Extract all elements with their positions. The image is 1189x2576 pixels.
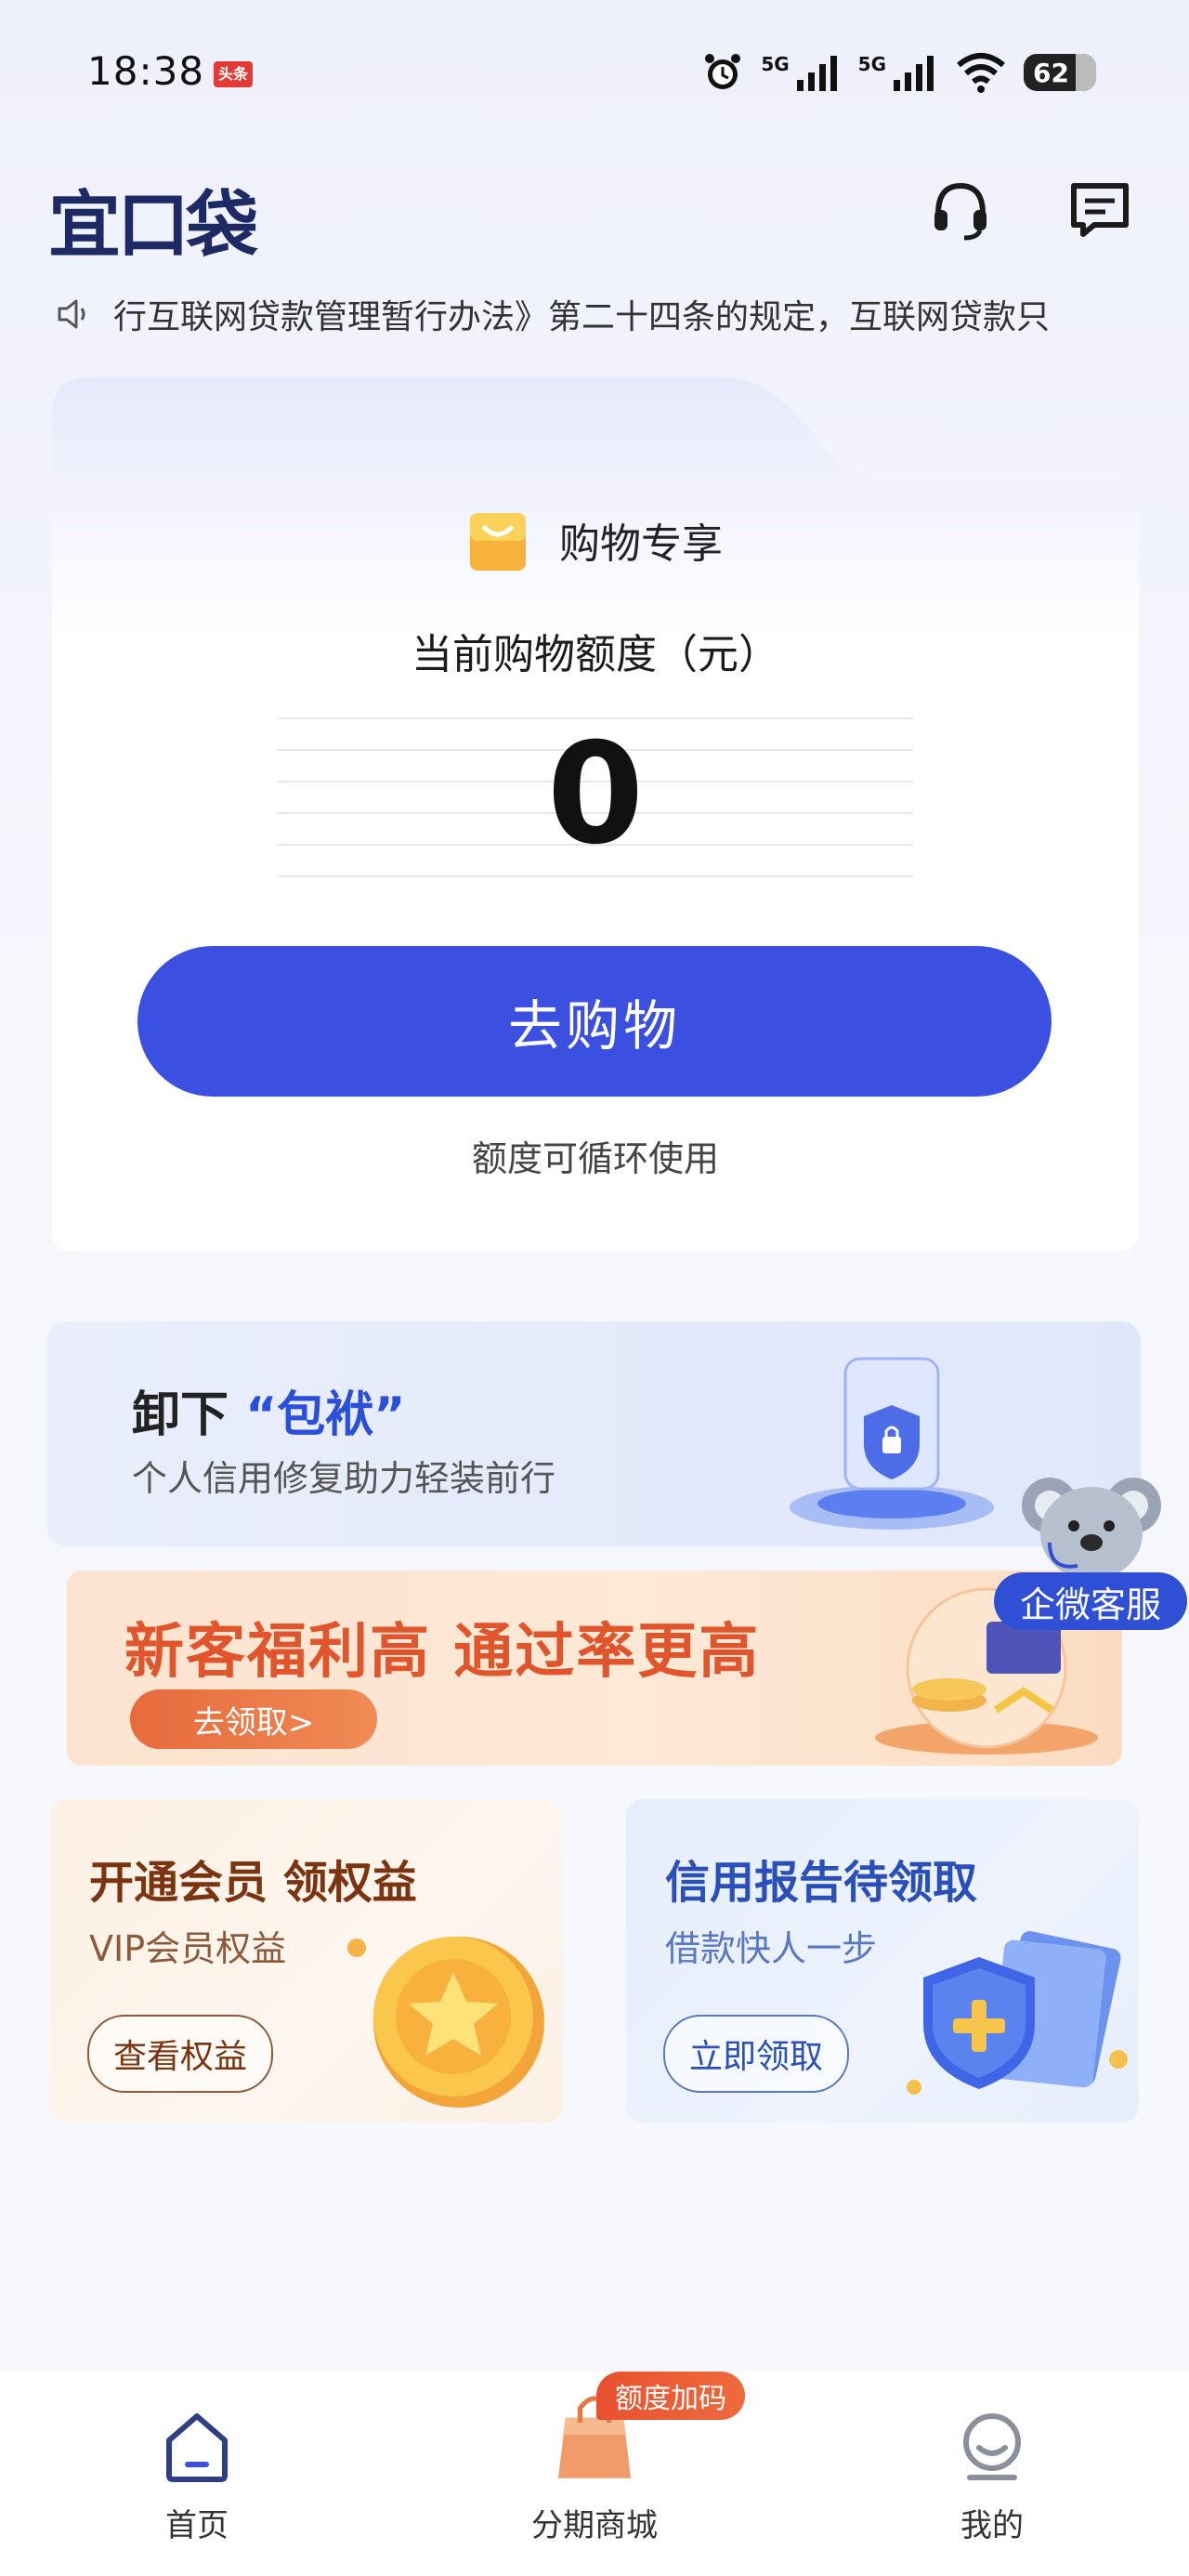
report-card-subtitle: 借款快人一步: [665, 1928, 878, 1969]
vip-card-title: 开通会员 领权益: [89, 1857, 417, 1909]
card-title: 购物专享: [559, 520, 723, 568]
notice-marquee[interactable]: 行互联网贷款管理暂行办法》第二十四条的规定，互联网贷款只: [54, 288, 1141, 340]
nav-home[interactable]: 首页: [76, 2409, 318, 2545]
claim-button[interactable]: 去领取>: [130, 1689, 377, 1749]
banner-credit-subtitle: 个人信用修复助力轻装前行: [132, 1458, 556, 1499]
shopping-limit-card: 购物专享 当前购物额度（元） 0 去购物 额度可循环使用: [52, 377, 1139, 1251]
signal-icon: [894, 56, 934, 91]
banner-credit-title-highlight: “包袱”: [245, 1387, 406, 1443]
app-logo: 宜口袋: [48, 184, 258, 268]
message-icon[interactable]: [1066, 177, 1133, 243]
go-shopping-button[interactable]: 去购物: [137, 946, 1052, 1097]
headset-icon[interactable]: [927, 177, 994, 243]
network-label-2: 5G: [857, 53, 886, 75]
limit-value: 0: [546, 714, 645, 875]
nav-mall[interactable]: 分期商城: [474, 2396, 715, 2545]
koala-mascot-icon[interactable]: [1013, 1468, 1170, 1580]
alarm-icon: [705, 54, 741, 89]
limit-hint: 额度可循环使用: [471, 1138, 719, 1179]
star-coin-icon: [347, 1937, 544, 2108]
status-time: 18:38: [87, 48, 205, 94]
speaker-icon: [58, 299, 85, 329]
bottom-nav: 首页 分期商城 我的: [0, 2372, 1189, 2576]
banner-credit-title-prefix: 卸下: [132, 1387, 229, 1443]
report-card-title: 信用报告待领取: [665, 1857, 978, 1909]
credit-repair-banner[interactable]: 卸下 “包袱” 个人信用修复助力轻装前行: [46, 1321, 1141, 1546]
network-label-1: 5G: [761, 53, 790, 75]
signal-icon: [796, 56, 837, 91]
view-benefits-button[interactable]: 查看权益: [87, 2015, 274, 2093]
nav-home-label: 首页: [165, 2507, 229, 2544]
banner-credit-title: 卸下 “包袱”: [132, 1375, 405, 1445]
home-icon: [166, 2413, 228, 2482]
nav-mine-label: 我的: [960, 2507, 1024, 2544]
wifi-icon: [957, 53, 1005, 93]
vip-card-subtitle: VIP会员权益: [89, 1928, 287, 1969]
profile-icon: [963, 2413, 1021, 2480]
toutiao-badge: 头条: [214, 61, 253, 87]
battery-indicator: 62: [1024, 54, 1096, 91]
vip-card[interactable]: 开通会员 领权益 VIP会员权益 查看权益: [50, 1799, 563, 2123]
new-user-banner[interactable]: 新客福利高 通过率更高 去领取>: [67, 1571, 1122, 1766]
card-title-row: 购物专享: [52, 507, 1139, 572]
shield-phone-illustration: [790, 1357, 994, 1530]
banner-newuser-title: 新客福利高 通过率更高: [124, 1618, 761, 1687]
status-icons: 5G 5G 62: [701, 46, 1096, 99]
limit-label: 当前购物额度（元）: [412, 631, 779, 678]
wecom-service-button[interactable]: 企微客服: [994, 1572, 1187, 1630]
notice-text: 行互联网贷款管理暂行办法》第二十四条的规定，互联网贷款只: [113, 298, 1051, 336]
nav-mall-label: 分期商城: [531, 2507, 658, 2544]
mall-promo-badge: 额度加码: [596, 2372, 745, 2420]
credit-report-card[interactable]: 信用报告待领取 借款快人一步 立即领取: [626, 1799, 1139, 2123]
claim-report-button[interactable]: 立即领取: [663, 2015, 850, 2093]
report-shield-icon: [907, 1931, 1128, 2095]
nav-mine[interactable]: 我的: [871, 2409, 1113, 2545]
shopping-bag-icon: [470, 513, 526, 571]
